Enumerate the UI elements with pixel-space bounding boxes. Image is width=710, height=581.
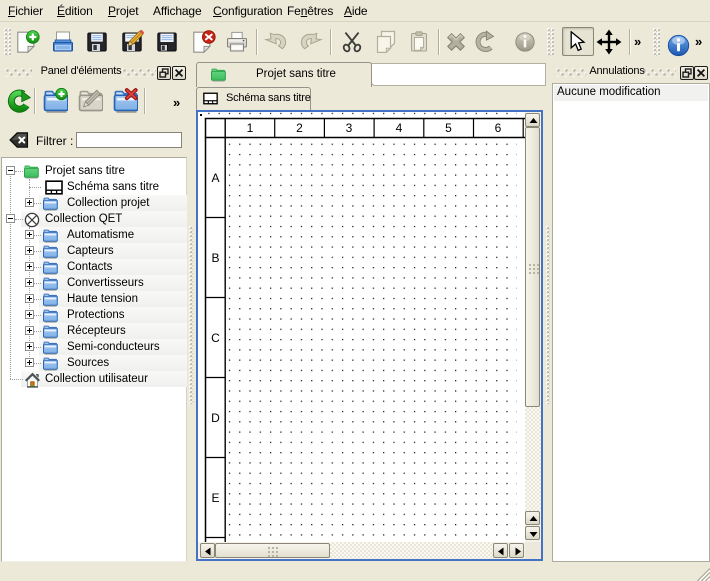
svg-text:6: 6 — [495, 121, 502, 135]
svg-text:2: 2 — [296, 121, 303, 135]
svg-text:1: 1 — [247, 121, 254, 135]
svg-text:D: D — [211, 411, 220, 425]
svg-text:A: A — [211, 171, 219, 185]
svg-text:3: 3 — [346, 121, 353, 135]
svg-text:4: 4 — [396, 121, 403, 135]
svg-text:B: B — [211, 251, 219, 265]
svg-text:E: E — [211, 491, 219, 505]
svg-text:C: C — [211, 331, 220, 345]
svg-text:5: 5 — [445, 121, 452, 135]
